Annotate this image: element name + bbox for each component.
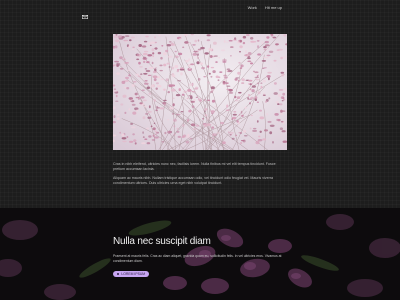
paragraph-2: Aliquam ac mauris nibh. Nullam tristique…	[113, 176, 273, 185]
dot-icon	[117, 272, 120, 276]
band-text: Praesent at mauris felis. Cras ac diam a…	[113, 254, 282, 263]
nav-link-work[interactable]: Work	[248, 5, 257, 11]
paragraph-1: Cras in nibh eleifend, ultricies nunc ne…	[113, 162, 276, 171]
band-heading: Nulla nec suscipit diam	[113, 236, 211, 247]
nav-link-contact[interactable]: Hit me up	[265, 5, 282, 11]
flower-photo	[113, 34, 287, 150]
button-label: LOREM IPSUM	[121, 272, 146, 276]
top-nav: Work Hit me up	[0, 0, 400, 20]
mail-icon[interactable]	[82, 6, 89, 20]
nav-links: Work Hit me up	[248, 5, 282, 11]
lorem-ipsum-button[interactable]: LOREM IPSUM	[113, 271, 150, 277]
